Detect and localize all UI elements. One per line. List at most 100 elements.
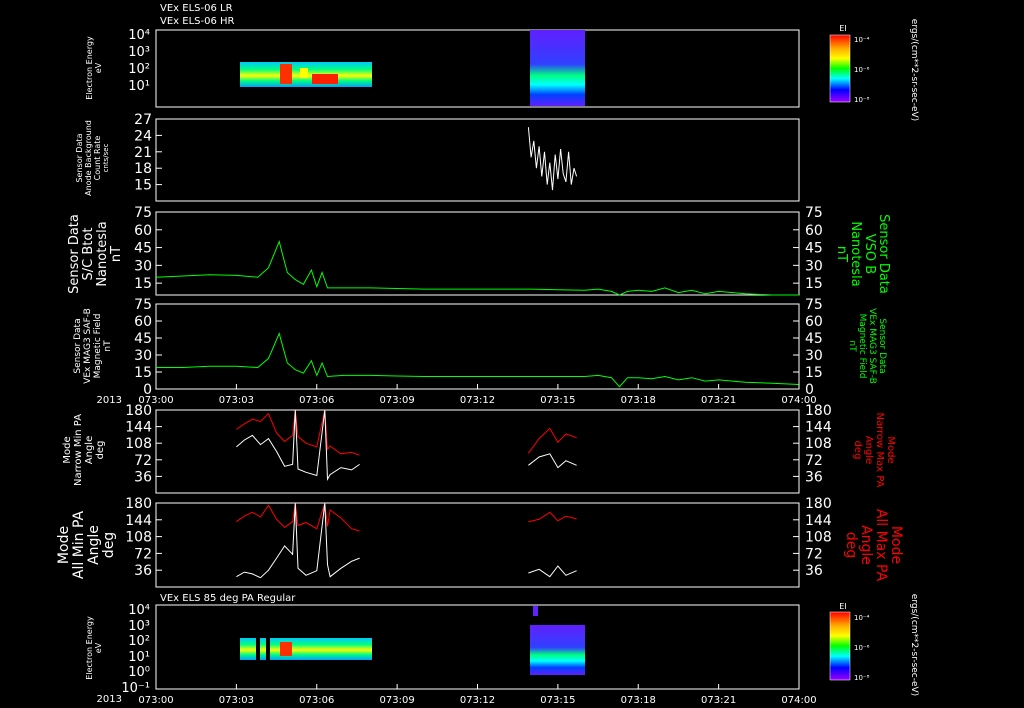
- xtick-label: 074:00: [781, 695, 816, 706]
- panel2-ylabel-2: Anode Background: [84, 120, 93, 196]
- panel1-ytick: 10³: [128, 45, 150, 60]
- ytick-label-right: 30: [805, 348, 823, 364]
- ytick-label: 45: [134, 241, 152, 257]
- xtick-label: 073:15: [540, 395, 575, 406]
- panel5-frame: [155, 409, 800, 494]
- ytick-label-right: 180: [805, 403, 832, 419]
- colorbar-top-tick: 10⁻⁴: [854, 36, 870, 44]
- panel3-plot: 75 7560 6045 4530 3015 15: [134, 205, 823, 296]
- ytick-label-right: 108: [805, 436, 832, 452]
- panel6-ylabel-1: Mode: [56, 526, 72, 564]
- colorbar-top-title: EI: [839, 24, 846, 33]
- ytick-label: 36: [134, 469, 152, 485]
- xtick-label: 073:21: [701, 695, 736, 706]
- ytick-label: 15: [134, 365, 152, 381]
- ytick-label: 15: [134, 178, 152, 194]
- xtick-label: 073:09: [380, 695, 415, 706]
- series-line-0: [155, 240, 799, 296]
- ytick-label-right: 36: [805, 563, 823, 579]
- series-line-0: [527, 127, 578, 191]
- xtick-label: 073:21: [701, 395, 736, 406]
- ytick-label-right: 75: [805, 297, 823, 313]
- panel5-rlabel-4: deg: [852, 441, 863, 460]
- header-line1: VEx ELS-06 LR: [160, 3, 233, 14]
- ytick-label: 36: [134, 563, 152, 579]
- series-line-0: [236, 502, 360, 532]
- panel-sc-btot: 75 7560 6045 4530 3015 15 Sensor Data S/C Bto…: [67, 205, 891, 296]
- panel2-ylabel-1: Sensor Data: [75, 133, 84, 182]
- panel4-ylabel-3: Magnetic Field: [93, 314, 103, 379]
- panel4-rlabel-4: nT: [847, 340, 857, 352]
- xaxis-2: 073:00 073:03 073:06 073:09 073:12 073:15 073:…: [138, 684, 817, 706]
- panel-all-pa: 180 180144 144108 10872 7236 36 Mode All Min …: [56, 496, 904, 588]
- panel4-ylabel-1: Sensor Data: [73, 318, 83, 373]
- ytick-label: 24: [134, 128, 152, 144]
- panel5-ylabel-4: deg: [95, 441, 106, 460]
- series-line-1: [528, 565, 577, 578]
- panel5-plot: 180 180144 144108 10872 7236 36: [125, 403, 832, 485]
- ytick-label: 30: [134, 348, 152, 364]
- panel7-ytick: 10³: [128, 619, 150, 634]
- ytick-label-right: 144: [805, 420, 832, 436]
- xtick-label: 073:06: [299, 395, 334, 406]
- ytick-label: 72: [134, 546, 152, 562]
- ytick-label-right: 75: [805, 205, 823, 221]
- panel2-plot: 2724211815: [134, 112, 578, 194]
- panel2-frame: [155, 118, 800, 202]
- panel7-ytick: 10⁴: [128, 603, 150, 618]
- ytick-label-right: 108: [805, 530, 832, 546]
- panel2-ylabel-3: Count Rate: [93, 136, 102, 181]
- panel7-ytick: 10²: [128, 634, 150, 649]
- ytick-label: 45: [134, 331, 152, 347]
- colorbar-bottom: EI 10⁻⁴ 10⁻⁶ 10⁻⁸ ergs/(cm**2-sr-sec-eV): [829, 594, 919, 696]
- series-line-0: [156, 331, 800, 388]
- colorbar-top-tick: 10⁻⁸: [854, 96, 870, 104]
- ytick-label: 108: [125, 530, 152, 546]
- ytick-label: 27: [134, 112, 152, 128]
- ytick-label: 21: [134, 145, 152, 161]
- series-line-0: [528, 511, 577, 523]
- ytick-label-right: 45: [805, 241, 823, 257]
- colorbar-top: EI 10⁻⁴ 10⁻⁶ 10⁻⁸ ergs/(cm**2-sr-sec-eV): [829, 19, 919, 121]
- panel3-ylabel-2: S/C Btot: [81, 228, 96, 281]
- series-line-0: [527, 427, 577, 454]
- panel3-rlabel-1: Sensor Data: [876, 214, 891, 294]
- panel7-title: VEx ELS 85 deg PA Regular: [160, 593, 296, 604]
- panel4-rlabel-3: Magnetic Field: [857, 314, 867, 379]
- panel3-ylabel-1: Sensor Data: [67, 214, 82, 294]
- header-line2: VEx ELS-06 HR: [160, 16, 235, 27]
- panel5-rlabel-3: Angle: [863, 436, 874, 464]
- ytick-label: 180: [125, 403, 152, 419]
- xtick-label: 073:15: [540, 695, 575, 706]
- panel5-ylabel-1: Mode: [62, 436, 73, 463]
- panel4-ylabel-2: VEx MAG3 SAF-B: [83, 308, 93, 384]
- ytick-label: 180: [125, 496, 152, 512]
- xtick-label: 073:09: [380, 395, 415, 406]
- colorbar-bottom-tick: 10⁻⁶: [854, 644, 870, 652]
- colorbar-bottom-units: ergs/(cm**2-sr-sec-eV): [909, 594, 919, 696]
- panel4-rlabel-1: Sensor Data: [877, 318, 887, 373]
- panel6-ylabel-4: deg: [101, 532, 117, 558]
- panel1-ylabel-1: Electron Energy: [85, 36, 94, 100]
- series-line-1: [528, 453, 577, 469]
- xtick-label: 073:18: [621, 695, 656, 706]
- colorbar-bottom-tick: 10⁻⁸: [854, 674, 870, 682]
- ytick-label-right: 72: [805, 453, 823, 469]
- year-label-bottom: 2013: [97, 694, 122, 705]
- ytick-label: 75: [134, 205, 152, 221]
- panel7-heatmap-block-1: [240, 638, 372, 660]
- xtick-label: 073:18: [621, 395, 656, 406]
- panel1-ytick: 10²: [128, 62, 150, 77]
- colorbar-bottom-tick: 10⁻⁴: [854, 614, 870, 622]
- ytick-label-right: 144: [805, 513, 832, 529]
- panel-electron-energy-85pa: Electron Energy eV 10⁴ 10³ 10² 10¹ 10⁰ 1…: [85, 603, 800, 696]
- ytick-label-right: 30: [805, 258, 823, 274]
- ytick-label: 75: [134, 297, 152, 313]
- colorbar-top-tick: 10⁻⁶: [854, 66, 870, 74]
- panel7-ytick: 10¹: [128, 650, 150, 665]
- xtick-label: 073:12: [460, 695, 495, 706]
- panel3-rlabel-4: nT: [834, 246, 849, 262]
- panel7-ylabel-2: eV: [94, 642, 103, 653]
- ytick-label-right: 36: [805, 469, 823, 485]
- panel6-ylabel-3: Angle: [86, 525, 102, 565]
